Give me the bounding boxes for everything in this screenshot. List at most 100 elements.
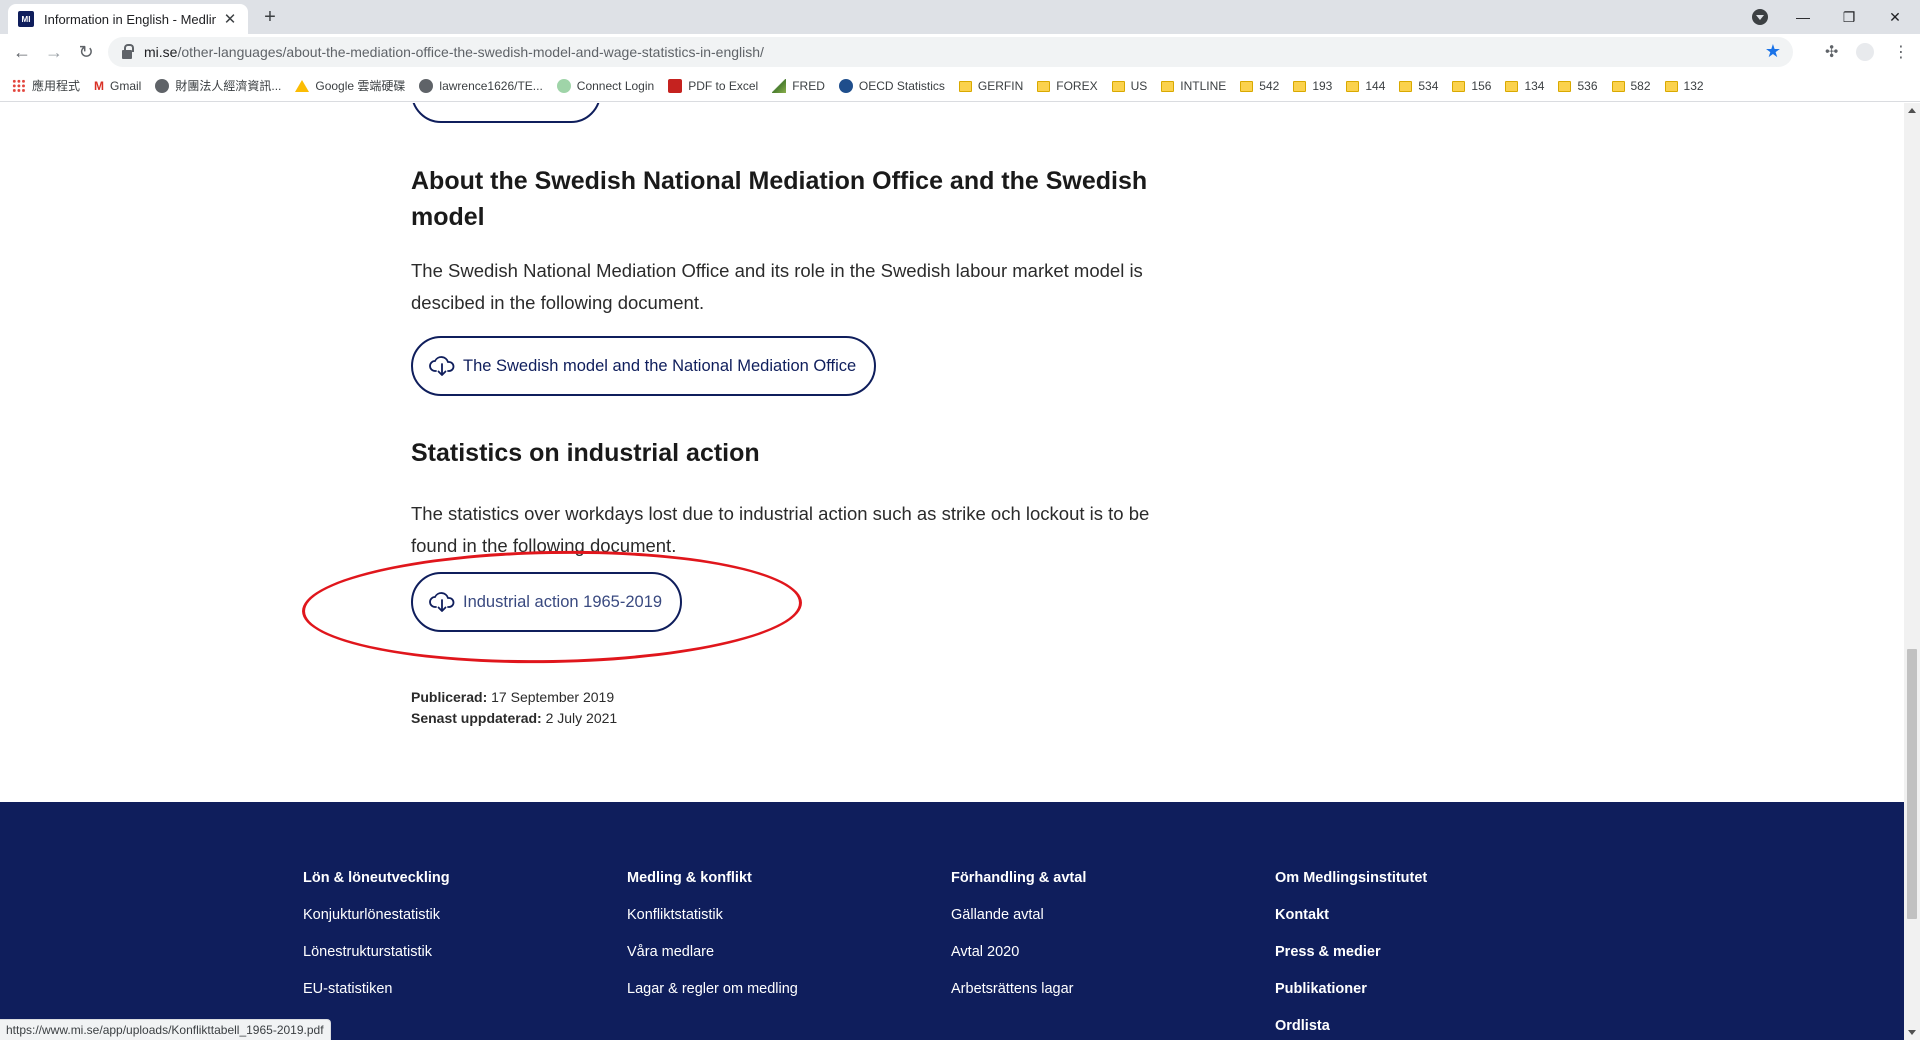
footer-link[interactable]: Gällande avtal xyxy=(951,905,1086,942)
page-scrollbar[interactable] xyxy=(1904,103,1920,1040)
bookmark-label: lawrence1626/TE... xyxy=(439,78,543,93)
bookmark-item[interactable]: 應用程式 xyxy=(12,77,80,94)
bookmark-item[interactable]: 144 xyxy=(1346,79,1385,93)
bookmark-item[interactable]: FOREX xyxy=(1037,78,1098,93)
footer-link[interactable]: EU-statistiken xyxy=(303,979,450,1016)
folder-icon xyxy=(1111,81,1125,92)
footer-link[interactable]: Arbetsrättens lagar xyxy=(951,979,1086,1016)
footer-link[interactable]: Ordlista xyxy=(1275,1016,1427,1040)
footer-link[interactable]: Konfliktstatistik xyxy=(627,905,798,942)
bookmark-item[interactable]: 536 xyxy=(1558,78,1598,93)
bookmark-item[interactable]: 193 xyxy=(1293,79,1332,93)
scrollbar-thumb[interactable] xyxy=(1907,649,1917,919)
bookmark-item[interactable]: lawrence1626/TE... xyxy=(419,78,543,93)
restore-icon[interactable]: ❐ xyxy=(1826,2,1872,32)
download-industrial-action-button[interactable]: Industrial action 1965-2019 xyxy=(411,572,683,632)
bookmark-item[interactable]: 582 xyxy=(1611,79,1651,93)
bookmark-label: PDF to Excel xyxy=(688,78,759,93)
bookmark-label: 534 xyxy=(1418,78,1439,93)
bookmarks-bar: 應用程式 M Gmail 財團法人經濟資訊... Google 雲端硬碟 lawrence… xyxy=(0,70,1920,102)
footer-heading[interactable]: Lön & löneutveckling xyxy=(303,868,450,905)
bookmark-item[interactable]: Google 雲端硬碟 xyxy=(295,77,405,94)
footer-link[interactable]: Lönestrukturstatistik xyxy=(303,942,450,979)
window-close-icon[interactable]: ✕ xyxy=(1872,2,1918,32)
section-heading-swedish-model: About the Swedish National Mediation Off… xyxy=(411,167,1148,231)
browser-toolbar: ← → ↻ mi.se/other-languages/about-the-me… xyxy=(0,34,1920,70)
drive-icon xyxy=(295,79,310,92)
apps-grid-icon xyxy=(12,78,26,93)
footer-heading[interactable]: Förhandling & avtal xyxy=(951,868,1086,905)
scroll-up-arrow-icon[interactable] xyxy=(1908,108,1916,113)
section-heading-industrial-action: Statistics on industrial action xyxy=(411,439,760,467)
url-host: mi.se xyxy=(144,44,178,60)
previous-download-button[interactable] xyxy=(411,103,601,123)
scroll-down-arrow-icon[interactable] xyxy=(1908,1030,1916,1035)
site-favicon-icon: MI xyxy=(18,11,34,27)
bookmark-label: GERFIN xyxy=(977,78,1024,93)
profile-avatar-icon[interactable] xyxy=(1856,43,1874,61)
bookmark-item[interactable]: INTLINE xyxy=(1161,79,1226,93)
bookmark-item[interactable]: US xyxy=(1111,78,1148,93)
tab-title: Information in English - Medlin xyxy=(44,11,216,27)
tab-search-icon[interactable] xyxy=(1752,9,1768,25)
address-bar[interactable]: mi.se/other-languages/about-the-mediatio… xyxy=(108,37,1793,67)
bookmark-label: 536 xyxy=(1577,78,1598,93)
updated-date: Senast uppdaterad: 2 July 2021 xyxy=(411,708,617,729)
bookmark-label: Connect Login xyxy=(576,78,655,93)
published-date: Publicerad: 17 September 2019 xyxy=(411,687,614,708)
footer-link[interactable]: Kontakt xyxy=(1275,905,1427,942)
forward-arrow-icon[interactable]: → xyxy=(40,38,68,66)
bookmark-item[interactable]: 財團法人經濟資訊... xyxy=(155,77,281,94)
pdf-icon xyxy=(668,78,683,93)
minimize-icon[interactable]: — xyxy=(1780,2,1826,32)
footer-link[interactable]: Våra medlare xyxy=(627,942,798,979)
globe-icon xyxy=(155,78,170,93)
published-label: Publicerad: xyxy=(411,689,488,705)
fred-icon xyxy=(772,78,787,93)
bookmark-label: 144 xyxy=(1365,78,1386,93)
footer-link[interactable]: Press & medier xyxy=(1275,942,1427,979)
folder-icon xyxy=(1293,81,1307,92)
bookmark-item[interactable]: OECD Statistics xyxy=(838,78,945,93)
more-menu-icon[interactable]: ⋮ xyxy=(1893,42,1909,62)
reload-icon[interactable]: ↻ xyxy=(72,38,100,66)
footer-link[interactable]: Konjukturlönestatistik xyxy=(303,905,450,942)
bookmark-label: US xyxy=(1130,78,1148,93)
folder-icon xyxy=(1399,81,1413,92)
bookmark-item[interactable]: 134 xyxy=(1505,79,1544,93)
bookmark-item[interactable]: 156 xyxy=(1452,79,1491,93)
bookmark-star-icon[interactable]: ★ xyxy=(1765,41,1781,62)
bookmark-item[interactable]: M Gmail xyxy=(94,79,141,93)
bookmark-item[interactable]: PDF to Excel xyxy=(668,78,759,93)
folder-icon xyxy=(1611,81,1625,92)
bookmark-label: OECD Statistics xyxy=(858,78,945,93)
bookmark-item[interactable]: FRED xyxy=(772,78,825,93)
new-tab-plus-icon[interactable]: + xyxy=(258,6,282,30)
tab-close-icon[interactable]: ✕ xyxy=(222,10,238,28)
download-swedish-model-button[interactable]: The Swedish model and the National Media… xyxy=(411,336,877,396)
folder-icon xyxy=(1664,81,1678,92)
folder-icon xyxy=(1505,81,1519,92)
bookmark-item[interactable]: 132 xyxy=(1664,79,1704,93)
bookmark-label: FOREX xyxy=(1056,78,1098,93)
folder-icon xyxy=(1346,81,1360,92)
bookmark-label: 應用程式 xyxy=(32,79,81,93)
cloud-download-icon xyxy=(429,592,455,612)
bookmark-item[interactable]: 542 xyxy=(1240,79,1279,93)
bookmark-item[interactable]: Connect Login xyxy=(556,78,655,93)
extensions-puzzle-icon[interactable]: ✣ xyxy=(1825,42,1838,62)
download-button-label: Industrial action 1965-2019 xyxy=(463,592,663,611)
bookmark-label: Gmail xyxy=(110,78,142,93)
url-path: /other-languages/about-the-mediation-off… xyxy=(177,44,764,60)
bookmark-item[interactable]: 534 xyxy=(1399,79,1438,93)
back-arrow-icon[interactable]: ← xyxy=(8,38,36,66)
footer-link[interactable]: Publikationer xyxy=(1275,979,1427,1016)
browser-tab-active[interactable]: MI Information in English - Medlin ✕ xyxy=(8,4,248,34)
footer-heading[interactable]: Om Medlingsinstitutet xyxy=(1275,868,1427,905)
section-text-swedish-model: The Swedish National Mediation Office an… xyxy=(411,260,1143,313)
footer-link[interactable]: Lagar & regler om medling xyxy=(627,979,798,1016)
footer-heading[interactable]: Medling & konflikt xyxy=(627,868,798,905)
bookmark-item[interactable]: GERFIN xyxy=(958,78,1024,93)
footer-link[interactable]: Avtal 2020 xyxy=(951,942,1086,979)
folder-icon xyxy=(1161,81,1175,92)
